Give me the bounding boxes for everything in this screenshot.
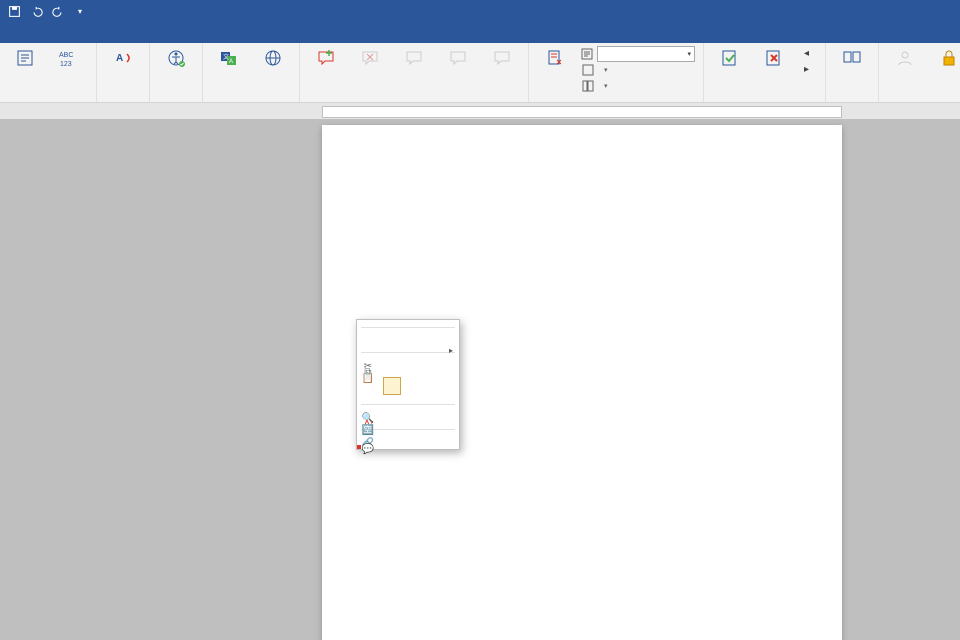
group-tracking: ▾ ▾ ▾ <box>529 43 704 102</box>
titlebar: ▾ <box>0 0 960 22</box>
group-accessibility <box>150 43 203 102</box>
add-to-autocorrect-item[interactable]: ▸ <box>357 343 459 349</box>
group-language: 文A <box>203 43 300 102</box>
group-proofing: ABC 123 <box>0 43 97 102</box>
track-changes-icon <box>544 47 566 69</box>
new-comment-menu-icon: 💬 <box>361 442 375 456</box>
menu-separator <box>361 429 455 430</box>
new-comment-button[interactable] <box>306 46 346 71</box>
paste-option-keep-source[interactable] <box>357 374 459 401</box>
prev-comment-icon <box>403 47 425 69</box>
new-comment-item[interactable]: 💬 <box>357 439 459 445</box>
menu-separator <box>361 404 455 405</box>
language-icon <box>262 47 284 69</box>
page-area: ▸ ✂ ⧉ 📋 🔍 A) 🈳 🔗 💬 <box>0 119 960 640</box>
restrict-editing-button[interactable] <box>929 46 960 71</box>
read-aloud-icon: A <box>112 47 134 69</box>
redo-icon[interactable] <box>50 3 66 19</box>
markup-icon <box>581 47 593 60</box>
accept-icon <box>719 47 741 69</box>
delete-comment-button <box>350 46 390 71</box>
translate-item[interactable]: 🈳 <box>357 420 459 426</box>
translate-button[interactable]: 文A <box>209 46 249 71</box>
display-for-review-combo[interactable]: ▾ <box>579 46 697 61</box>
ruler-area <box>0 103 960 119</box>
menu-separator <box>361 352 455 353</box>
block-authors-icon <box>894 47 916 69</box>
ribbon: ABC 123 A 文A <box>0 43 960 103</box>
qat-customize-icon[interactable]: ▾ <box>72 3 88 19</box>
check-accessibility-button[interactable] <box>156 46 196 71</box>
next-comment-button <box>438 46 478 71</box>
save-icon[interactable] <box>6 3 22 19</box>
horizontal-ruler[interactable] <box>322 106 842 118</box>
previous-change-button[interactable]: ◂ <box>798 46 819 61</box>
menu-separator <box>361 327 455 328</box>
ribbon-tabs <box>0 22 960 43</box>
svg-text:ABC: ABC <box>59 52 73 59</box>
group-protect <box>879 43 960 102</box>
accessibility-icon <box>165 47 187 69</box>
spelling-context-menu: ▸ ✂ ⧉ 📋 🔍 A) 🈳 🔗 💬 <box>356 319 460 450</box>
language-button[interactable] <box>253 46 293 71</box>
next-change-icon: ▸ <box>800 63 813 76</box>
show-comments-button <box>482 46 522 71</box>
undo-icon[interactable] <box>28 3 44 19</box>
thesaurus-button[interactable] <box>6 46 46 71</box>
show-comments-icon <box>491 47 513 69</box>
delete-comment-icon <box>359 47 381 69</box>
reject-icon <box>763 47 785 69</box>
read-aloud-button[interactable]: A <box>103 46 143 71</box>
thesaurus-icon <box>15 47 37 69</box>
restrict-editing-icon <box>938 47 960 69</box>
svg-text:123: 123 <box>60 61 72 68</box>
group-compare <box>826 43 879 102</box>
word-count-button[interactable]: ABC 123 <box>50 46 90 71</box>
show-markup-button[interactable]: ▾ <box>579 62 697 77</box>
next-change-button[interactable]: ▸ <box>798 62 819 77</box>
reviewing-pane-icon <box>581 79 594 92</box>
compare-button[interactable] <box>832 46 872 71</box>
block-authors-button <box>885 46 925 71</box>
accept-button[interactable] <box>710 46 750 71</box>
word-count-icon: ABC 123 <box>59 47 81 69</box>
prev-change-icon: ◂ <box>800 47 813 60</box>
compare-icon <box>841 47 863 69</box>
reviewing-pane-button[interactable]: ▾ <box>579 78 697 93</box>
track-changes-button[interactable] <box>535 46 575 71</box>
next-comment-icon <box>447 47 469 69</box>
group-speech: A <box>97 43 150 102</box>
previous-comment-button <box>394 46 434 71</box>
new-comment-icon <box>315 47 337 69</box>
group-comments <box>300 43 529 102</box>
show-markup-icon <box>581 63 594 76</box>
svg-text:A: A <box>116 53 123 64</box>
svg-text:A: A <box>229 59 233 65</box>
reject-button[interactable] <box>754 46 794 71</box>
group-changes: ◂ ▸ <box>704 43 826 102</box>
translate-icon: 文A <box>218 47 240 69</box>
